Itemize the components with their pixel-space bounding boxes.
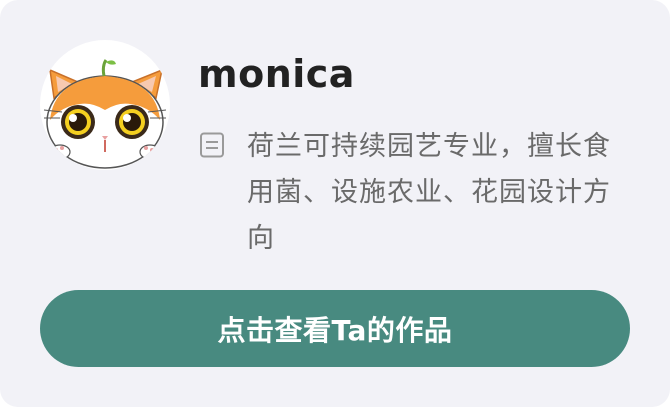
bio-text: 荷兰可持续园艺专业，擅长食用菌、设施农业、花园设计方向	[247, 131, 611, 254]
document-icon	[200, 132, 224, 158]
view-works-label: 点击查看Ta的作品	[217, 313, 453, 347]
avatar[interactable]	[40, 40, 170, 170]
cat-avatar-icon	[43, 59, 167, 169]
profile-card: monica 荷兰可持续园艺专业，擅长食用菌、设施农业、花园设计方向 点击查看T…	[0, 0, 670, 407]
username: monica	[198, 52, 355, 96]
view-works-button[interactable]: 点击查看Ta的作品	[40, 290, 630, 367]
